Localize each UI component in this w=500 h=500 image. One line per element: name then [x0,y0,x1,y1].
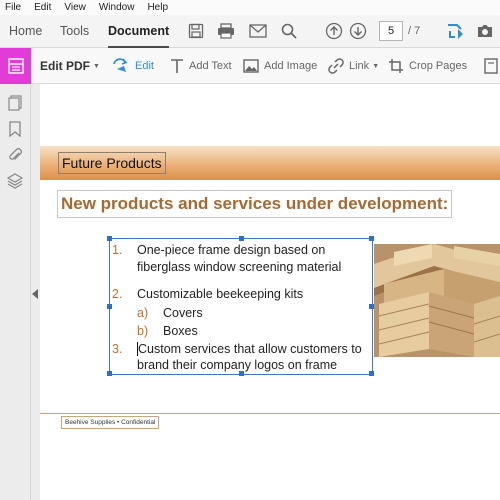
page-number-input[interactable]: 5 [379,21,403,41]
footer-text[interactable]: Beehive Supplies • Confidential [61,416,160,429]
panel-layout-icon [7,58,24,74]
bookmark-icon[interactable] [7,120,23,138]
tab-document[interactable]: Document [108,15,170,48]
menu-window[interactable]: Window [94,0,135,15]
crop-pages-button[interactable]: Crop Pages [388,48,467,84]
page-banner: Future Products [40,146,500,180]
menu-edit[interactable]: Edit [29,0,51,15]
attachment-icon[interactable] [7,146,23,164]
add-text-button[interactable]: Add Text [170,48,232,84]
left-navigation-rail [0,84,31,500]
chevron-down-icon: ▼ [93,62,100,70]
camera-icon[interactable] [474,20,496,42]
print-icon[interactable] [215,20,237,42]
panel-toggle-button[interactable] [0,48,31,84]
link-button[interactable]: Link ▼ [328,48,379,84]
edit-pdf-menu[interactable]: Edit PDF ▼ [40,48,100,84]
resize-handle[interactable] [107,236,112,241]
selected-text-box[interactable]: 1. One-piece frame design based on fiber… [107,236,374,376]
document-page: Future Products New products and service… [40,84,500,500]
tab-tools[interactable]: Tools [60,15,89,48]
resize-handle[interactable] [369,236,374,241]
edit-icon [113,58,128,72]
add-image-label: Add Image [264,60,318,72]
crop-pages-label: Crop Pages [409,60,468,72]
main-toolbar: Home Tools Document 5 / 7 [0,15,500,48]
list-item: fiberglass window screening material [137,260,342,274]
list-item: Custom services that allow customers to [138,342,362,356]
menu-help[interactable]: Help [142,0,168,15]
menu-view[interactable]: View [59,0,86,15]
image-icon [243,59,259,73]
edit-label: Edit [135,60,154,72]
more-tools-icon[interactable] [484,48,498,84]
email-icon[interactable] [247,20,269,42]
footer-divider [40,413,500,414]
list-number: 2. [112,287,123,301]
collapse-panel-icon[interactable] [32,286,38,299]
next-page-icon[interactable] [347,20,369,42]
edit-pdf-share-icon[interactable] [444,20,466,42]
add-text-label: Add Text [189,60,232,72]
layers-icon[interactable] [7,172,23,190]
list-item: One-piece frame design based on [137,243,326,257]
menu-file[interactable]: File [0,0,21,15]
menu-bar: File Edit View Window Help [0,0,500,15]
search-icon[interactable] [278,20,300,42]
edit-pdf-label: Edit PDF [40,59,90,73]
sub-list-letter: a) [137,306,149,320]
list-item: brand their company logos on frame [137,358,338,372]
page-thumbnails-icon[interactable] [7,94,23,112]
list-number: 1. [112,243,123,257]
list-item: Customizable beekeeping kits [137,287,304,301]
wooden-frames-photo[interactable] [374,244,500,357]
headline: New products and services under developm… [61,194,449,213]
chevron-down-icon: ▼ [372,62,380,70]
headline-text-box[interactable]: New products and services under developm… [57,190,452,218]
resize-handle[interactable] [107,371,112,376]
banner-title[interactable]: Future Products [58,152,166,174]
text-tool-icon [171,59,183,73]
sub-list-item: Covers [163,306,203,320]
add-image-button[interactable]: Add Image [243,48,317,84]
sub-list-letter: b) [137,324,149,338]
page-total: / 7 [408,25,421,37]
edit-button[interactable]: Edit [112,48,154,84]
list-number: 3. [112,342,123,356]
previous-page-icon[interactable] [323,20,345,42]
link-label: Link [349,60,370,72]
resize-handle[interactable] [239,371,244,376]
edit-toolbar: Edit PDF ▼ Edit Add Text Add Image Link … [0,48,500,84]
tab-home[interactable]: Home [9,15,42,48]
resize-handle[interactable] [107,304,112,309]
link-icon [328,58,344,74]
save-icon[interactable] [185,20,207,42]
crop-icon [389,59,403,73]
sub-list-item: Boxes [163,324,198,338]
resize-handle[interactable] [239,236,244,241]
resize-handle[interactable] [369,371,374,376]
